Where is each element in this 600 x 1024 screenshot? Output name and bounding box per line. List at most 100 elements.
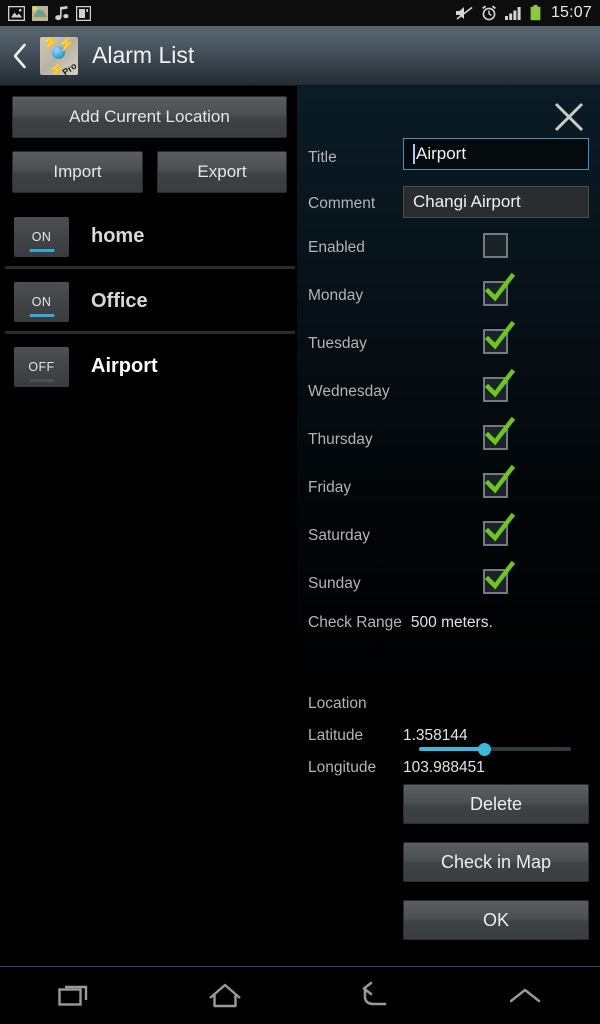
friday-row: Friday <box>308 478 600 498</box>
wednesday-label: Wednesday <box>308 383 390 400</box>
alarm-name-airport: Airport <box>91 355 158 377</box>
alarm-name-office: Office <box>91 290 148 312</box>
tuesday-label: Tuesday <box>308 335 367 352</box>
check-range-label: Check Range <box>308 614 402 631</box>
content-area: Add Current Location Import Export ON ho… <box>0 86 600 966</box>
toggle-indicator-bar <box>29 313 54 317</box>
navigation-bar <box>0 966 600 1024</box>
app-screen: 15:07 ⚡ ⚡ ⚡ Pro Alarm List Add Current L… <box>0 0 600 1024</box>
status-bar-clock: 15:07 <box>550 4 592 21</box>
latitude-label: Latitude <box>308 727 364 744</box>
alarm-detail-form: Title Airport Comment Changi Airport Ena… <box>297 86 600 966</box>
comment-input[interactable]: Changi Airport <box>403 186 589 218</box>
action-bar: ⚡ ⚡ ⚡ Pro Alarm List <box>0 26 600 86</box>
check-in-map-button[interactable]: Check in Map <box>403 842 589 882</box>
alarm-list-panel: Add Current Location Import Export ON ho… <box>0 86 297 966</box>
recents-button[interactable] <box>0 981 150 1011</box>
mute-icon <box>455 6 473 20</box>
checkmark-icon <box>484 369 515 398</box>
status-bar-left-icons <box>8 5 91 21</box>
check-range-row: Check Range 500 meters. <box>308 613 600 633</box>
checkmark-icon <box>484 417 515 446</box>
delete-button[interactable]: Delete <box>403 784 589 824</box>
list-item[interactable]: ON Office <box>0 269 297 334</box>
enabled-label: Enabled <box>308 239 365 256</box>
signal-bars-icon <box>504 7 521 20</box>
map-app-icon <box>32 5 48 21</box>
enabled-row: Enabled <box>308 238 600 258</box>
back-arrow-icon <box>362 981 387 1005</box>
wednesday-checkbox[interactable] <box>483 369 515 402</box>
thursday-checkbox[interactable] <box>483 417 515 450</box>
longitude-value: 103.988451 <box>403 759 485 776</box>
comment-label: Comment <box>308 195 376 212</box>
export-button[interactable]: Export <box>157 151 287 193</box>
text-caret <box>413 144 415 164</box>
enabled-checkbox[interactable] <box>483 233 508 258</box>
status-bar-right-icons: 15:07 <box>455 4 592 22</box>
toggle-indicator-bar <box>29 378 54 382</box>
slider-fill <box>419 747 485 751</box>
thursday-label: Thursday <box>308 431 373 448</box>
check-range-value: 500 meters. <box>410 614 493 631</box>
checkmark-icon <box>484 465 515 494</box>
alarm-list: ON home ON Office OFF Airport <box>0 204 297 399</box>
monday-row: Monday <box>308 286 600 306</box>
lightning-bolt-icon: ⚡ <box>57 36 76 53</box>
back-button[interactable] <box>0 43 40 69</box>
longitude-row: Longitude 103.988451 <box>308 758 600 778</box>
add-current-location-button[interactable]: Add Current Location <box>12 96 287 138</box>
sunday-label: Sunday <box>308 575 361 592</box>
list-item[interactable]: ON home <box>0 204 297 269</box>
list-item[interactable]: OFF Airport <box>0 334 297 399</box>
checkmark-icon <box>484 321 515 350</box>
location-label: Location <box>308 695 367 712</box>
wednesday-row: Wednesday <box>308 382 600 402</box>
ok-button[interactable]: OK <box>403 900 589 940</box>
saturday-row: Saturday <box>308 526 600 546</box>
menu-button[interactable] <box>450 984 600 1008</box>
app-icon: ⚡ ⚡ ⚡ Pro <box>40 36 78 75</box>
image-icon <box>8 5 25 21</box>
location-row: Location <box>308 694 600 714</box>
sunday-row: Sunday <box>308 574 600 594</box>
latitude-value: 1.358144 <box>403 727 468 744</box>
tuesday-checkbox[interactable] <box>483 321 515 354</box>
checkmark-icon <box>484 273 515 302</box>
alarm-toggle-office[interactable]: ON <box>14 281 69 322</box>
back-button-nav[interactable] <box>300 981 450 1011</box>
friday-label: Friday <box>308 479 352 496</box>
import-button[interactable]: Import <box>12 151 143 193</box>
home-icon <box>209 983 241 1007</box>
home-button[interactable] <box>150 981 300 1011</box>
sunday-checkbox[interactable] <box>483 561 515 594</box>
latitude-row: Latitude 1.358144 <box>308 726 600 746</box>
saturday-label: Saturday <box>308 527 371 544</box>
longitude-label: Longitude <box>308 759 377 776</box>
back-chevron-icon <box>13 43 26 68</box>
page-title: Alarm List <box>92 42 195 68</box>
music-note-icon <box>55 5 69 20</box>
checkmark-icon <box>484 561 515 590</box>
recents-icon <box>58 985 88 1006</box>
toggle-state-label: ON <box>31 294 52 309</box>
title-label: Title <box>308 149 337 166</box>
battery-icon <box>530 5 541 21</box>
title-input[interactable]: Airport <box>403 138 589 170</box>
alarm-name-home: home <box>91 225 145 247</box>
tuesday-row: Tuesday <box>308 334 600 354</box>
comment-input-value: Changi Airport <box>413 192 521 211</box>
saturday-checkbox[interactable] <box>483 513 515 546</box>
status-bar: 15:07 <box>0 0 600 26</box>
alarm-toggle-airport[interactable]: OFF <box>14 346 69 387</box>
thursday-row: Thursday <box>308 430 600 450</box>
chevron-up-icon <box>509 988 541 1002</box>
monday-checkbox[interactable] <box>483 273 515 306</box>
alarm-detail-panel: Title Airport Comment Changi Airport Ena… <box>297 86 600 966</box>
sd-card-icon <box>76 5 91 21</box>
toggle-state-label: OFF <box>28 359 55 374</box>
monday-label: Monday <box>308 287 364 304</box>
toggle-indicator-bar <box>29 248 54 252</box>
alarm-toggle-home[interactable]: ON <box>14 216 69 257</box>
friday-checkbox[interactable] <box>483 465 515 498</box>
